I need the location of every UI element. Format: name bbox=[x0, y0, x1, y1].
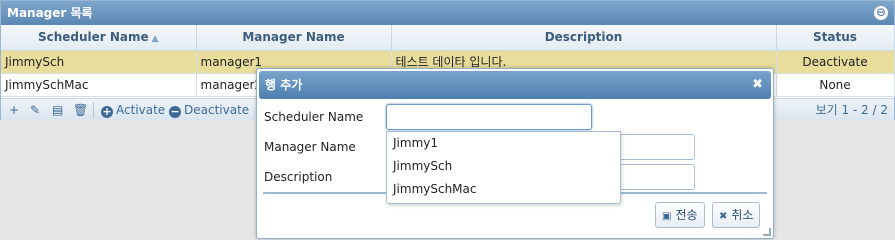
view-icon[interactable]: ▤ bbox=[52, 102, 63, 118]
cell-scheduler-name: JimmySchMac bbox=[1, 73, 197, 97]
collapse-icon[interactable]: ⊖ bbox=[874, 6, 888, 20]
submit-button[interactable]: ▣ 전송 bbox=[655, 202, 705, 228]
delete-icon[interactable]: 🗑 bbox=[73, 102, 88, 118]
autocomplete-option[interactable]: JimmySch bbox=[387, 155, 620, 178]
cancel-x-icon: ✖ bbox=[719, 211, 728, 222]
sort-asc-icon: ▲ bbox=[151, 34, 159, 45]
column-header-description[interactable]: Description bbox=[391, 25, 777, 51]
scheduler-name-input[interactable] bbox=[386, 104, 592, 130]
edit-icon[interactable]: ✎ bbox=[30, 102, 40, 118]
cell-status: Deactivate bbox=[776, 50, 895, 74]
add-icon[interactable]: + bbox=[9, 102, 19, 118]
pager-divider bbox=[93, 102, 94, 118]
column-header-manager-name[interactable]: Manager Name bbox=[196, 25, 392, 51]
scheduler-autocomplete-list: Jimmy1 JimmySch JimmySchMac bbox=[386, 131, 621, 204]
cell-status: None bbox=[776, 73, 895, 97]
manager-name-label: Manager Name bbox=[264, 140, 356, 154]
close-icon[interactable]: ✖ bbox=[752, 71, 763, 99]
grid-caption: Manager 목록 ⊖ bbox=[1, 1, 894, 25]
dialog-title: 행 추가 bbox=[265, 78, 303, 92]
plus-circle-icon: + bbox=[101, 105, 113, 118]
pager-info: 보기 1 - 2 / 2 bbox=[815, 103, 888, 117]
description-label: Description bbox=[264, 170, 333, 184]
column-header-scheduler-name[interactable]: Scheduler Name ▲ bbox=[1, 25, 197, 51]
cancel-button[interactable]: ✖ 취소 bbox=[712, 202, 761, 228]
activate-button[interactable]: + Activate bbox=[101, 102, 165, 118]
deactivate-button[interactable]: − Deactivate bbox=[169, 102, 249, 118]
column-header-status[interactable]: Status bbox=[776, 25, 895, 51]
grid-title: Manager 목록 bbox=[7, 6, 93, 20]
scheduler-name-label: Scheduler Name bbox=[264, 110, 364, 124]
dialog-titlebar[interactable]: 행 추가 ✖ bbox=[259, 71, 771, 99]
cell-scheduler-name: JimmySch bbox=[1, 50, 197, 74]
autocomplete-option[interactable]: JimmySchMac bbox=[387, 178, 620, 201]
autocomplete-option[interactable]: Jimmy1 bbox=[387, 132, 620, 155]
resize-grip-icon[interactable] bbox=[763, 228, 771, 236]
save-icon: ▣ bbox=[662, 211, 672, 222]
minus-circle-icon: − bbox=[169, 105, 181, 118]
